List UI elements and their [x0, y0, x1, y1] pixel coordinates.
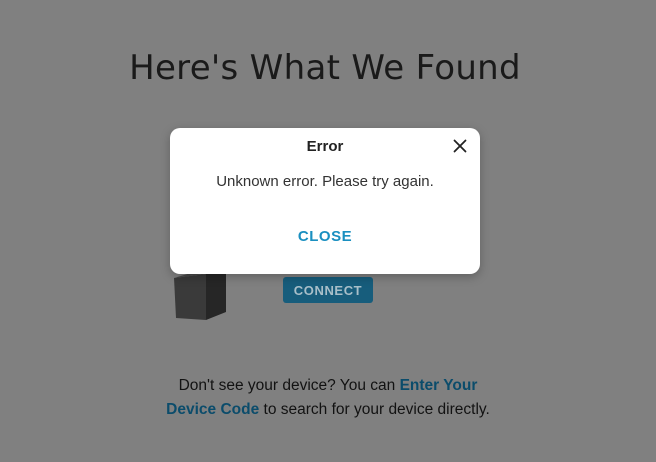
- help-text: Don't see your device? You can Enter You…: [163, 374, 493, 422]
- page-title: Here's What We Found: [129, 48, 521, 88]
- error-dialog: Error Unknown error. Please try again. C…: [170, 128, 480, 274]
- dialog-message: Unknown error. Please try again.: [216, 173, 434, 190]
- connect-button[interactable]: CONNECT: [283, 277, 373, 303]
- help-text-prefix: Don't see your device? You can: [178, 377, 400, 394]
- help-text-suffix: to search for your device directly.: [259, 401, 490, 418]
- device-image: [174, 270, 226, 320]
- dialog-title: Error: [306, 138, 344, 155]
- close-icon[interactable]: [452, 138, 468, 154]
- dialog-close-button[interactable]: CLOSE: [285, 224, 365, 248]
